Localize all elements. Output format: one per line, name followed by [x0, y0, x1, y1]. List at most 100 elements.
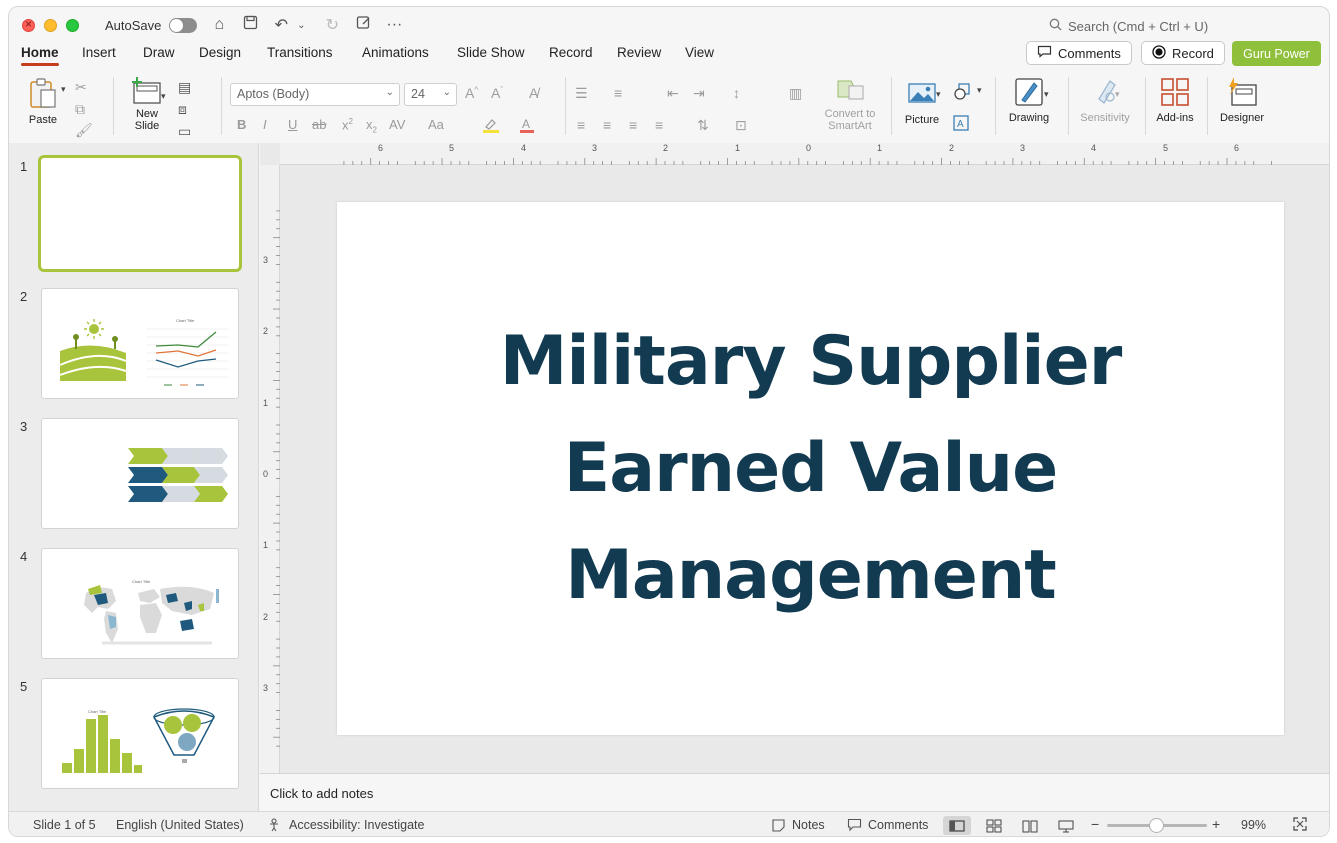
increase-font-icon[interactable]: A^: [465, 85, 478, 101]
minimize-window-button[interactable]: [44, 18, 57, 32]
accessibility-icon[interactable]: [267, 818, 283, 835]
copy-icon[interactable]: ⧉: [75, 101, 85, 118]
record-button[interactable]: Record: [1141, 41, 1225, 65]
notes-pane[interactable]: Click to add notes: [260, 773, 1329, 811]
clear-formatting-icon[interactable]: A̸: [529, 85, 538, 101]
columns-icon[interactable]: ▥: [789, 85, 802, 102]
align-center-icon[interactable]: ≡: [603, 117, 611, 133]
shapes-dropdown-icon[interactable]: ▾: [977, 85, 982, 96]
slide-thumbnail-4[interactable]: Chart Title: [41, 548, 239, 659]
undo-dropdown-icon[interactable]: ⌄: [292, 20, 310, 31]
tab-slide-show[interactable]: Slide Show: [457, 45, 525, 60]
paste-dropdown-icon[interactable]: ▾: [61, 84, 66, 95]
comments-toggle-icon[interactable]: [847, 818, 862, 835]
search-box[interactable]: Search (Cmd + Ctrl + U): [1049, 18, 1208, 34]
increase-indent-icon[interactable]: ⇥: [693, 85, 705, 102]
home-icon[interactable]: ⌂: [210, 16, 228, 34]
italic-icon[interactable]: I: [263, 117, 267, 132]
tab-design[interactable]: Design: [199, 45, 241, 60]
section-icon[interactable]: ▭: [178, 123, 191, 140]
slide-title-textbox[interactable]: Military Supplier Earned Value Managemen…: [337, 308, 1284, 629]
justify-icon[interactable]: ≡: [655, 117, 663, 133]
accessibility-status[interactable]: Accessibility: Investigate: [289, 818, 424, 832]
tab-record[interactable]: Record: [549, 45, 593, 60]
bold-icon[interactable]: B: [237, 117, 246, 132]
layout-icon[interactable]: ▤: [178, 79, 191, 96]
slide-canvas[interactable]: Military Supplier Earned Value Managemen…: [337, 202, 1284, 735]
fit-to-window-icon[interactable]: [1292, 816, 1308, 835]
line-spacing-icon[interactable]: ↕: [733, 85, 740, 101]
comments-toggle-button[interactable]: Comments: [868, 818, 928, 832]
autosave-toggle[interactable]: [169, 17, 198, 33]
zoom-out-button[interactable]: −: [1091, 816, 1099, 832]
drawing-dropdown-icon[interactable]: ▾: [1044, 89, 1049, 100]
normal-view-button[interactable]: [943, 816, 971, 835]
tab-review[interactable]: Review: [617, 45, 661, 60]
tab-view[interactable]: View: [685, 45, 714, 60]
font-color-icon[interactable]: A: [519, 117, 535, 136]
character-spacing-icon[interactable]: AV: [389, 117, 405, 132]
slide-thumbnail-2[interactable]: Chart Title: [41, 288, 239, 399]
designer-button[interactable]: Designer: [1215, 77, 1269, 124]
undo-icon[interactable]: ↶: [272, 15, 290, 35]
zoom-level[interactable]: 99%: [1241, 818, 1266, 832]
decrease-indent-icon[interactable]: ⇤: [667, 85, 679, 102]
zoom-slider-handle[interactable]: [1149, 818, 1164, 833]
slideshow-view-button[interactable]: [1052, 816, 1080, 835]
tab-transitions[interactable]: Transitions: [267, 45, 333, 60]
slide-sorter-button[interactable]: [980, 816, 1008, 835]
tab-draw[interactable]: Draw: [143, 45, 175, 60]
change-case-icon[interactable]: Aa: [428, 117, 444, 132]
slide-thumbnail-3[interactable]: [41, 418, 239, 529]
picture-button[interactable]: Picture: [901, 81, 943, 126]
new-slide-button[interactable]: New Slide: [125, 77, 169, 132]
superscript-icon[interactable]: x2: [342, 117, 353, 132]
underline-icon[interactable]: U: [288, 117, 297, 132]
text-direction-icon[interactable]: ⇅: [697, 117, 709, 134]
slide-editor[interactable]: 6 5 4 3 2 1 0 1 2 3 4 5 6 3 2 1 0 1 2 3 …: [260, 143, 1329, 773]
text-box-icon[interactable]: A: [953, 115, 969, 134]
convert-smartart-button[interactable]: Convert to SmartArt: [817, 77, 883, 132]
bullets-icon[interactable]: ☰: [575, 85, 588, 102]
slide-thumbnail-1[interactable]: [38, 155, 242, 272]
align-right-icon[interactable]: ≡: [629, 117, 637, 133]
reading-view-button[interactable]: [1016, 816, 1044, 835]
slide-thumbnails-pane[interactable]: 1 2 Chart Title 3 4 Chart Title 5 Chart …: [9, 143, 259, 811]
add-ins-button[interactable]: Add-ins: [1151, 77, 1199, 124]
more-options-icon[interactable]: ···: [385, 16, 403, 34]
comments-button[interactable]: Comments: [1026, 41, 1132, 65]
highlight-icon[interactable]: [482, 117, 500, 136]
strikethrough-icon[interactable]: ab: [312, 117, 326, 132]
new-slide-dropdown-icon[interactable]: ▾: [161, 91, 166, 102]
decrease-font-icon[interactable]: Aˇ: [491, 85, 503, 101]
paste-button[interactable]: Paste: [23, 77, 63, 126]
align-text-icon[interactable]: ⊡: [735, 117, 747, 134]
font-size-select[interactable]: 24 ⌄: [404, 83, 457, 106]
drawing-button[interactable]: Drawing: [1004, 77, 1054, 124]
redo-icon[interactable]: ↻: [323, 15, 341, 35]
sensitivity-dropdown-icon[interactable]: ▾: [1115, 89, 1120, 100]
picture-dropdown-icon[interactable]: ▾: [936, 89, 941, 100]
guru-power-button[interactable]: Guru Power: [1232, 41, 1321, 66]
shapes-icon[interactable]: [953, 83, 971, 104]
subscript-icon[interactable]: x2: [366, 117, 377, 135]
notes-toggle-button[interactable]: Notes: [792, 818, 825, 832]
format-painter-icon[interactable]: 🖌: [75, 122, 93, 139]
zoom-in-button[interactable]: +: [1212, 816, 1220, 832]
align-left-icon[interactable]: ≡: [577, 117, 585, 133]
language-status[interactable]: English (United States): [116, 818, 244, 832]
customize-icon[interactable]: [354, 15, 372, 35]
slide-thumbnail-5[interactable]: Chart Title: [41, 678, 239, 789]
close-window-button[interactable]: [22, 17, 35, 32]
zoom-window-button[interactable]: [66, 18, 79, 32]
numbering-icon[interactable]: ≡: [614, 85, 622, 101]
notes-toggle-icon[interactable]: [771, 818, 786, 835]
save-icon[interactable]: [241, 15, 259, 35]
font-name-select[interactable]: Aptos (Body) ⌄: [230, 83, 400, 106]
reset-icon[interactable]: ⧈: [178, 101, 187, 118]
tab-insert[interactable]: Insert: [82, 45, 116, 60]
cut-icon[interactable]: ✂: [75, 79, 87, 96]
tab-home[interactable]: Home: [21, 45, 59, 66]
sensitivity-button[interactable]: Sensitivity: [1075, 77, 1135, 124]
tab-animations[interactable]: Animations: [362, 45, 429, 60]
